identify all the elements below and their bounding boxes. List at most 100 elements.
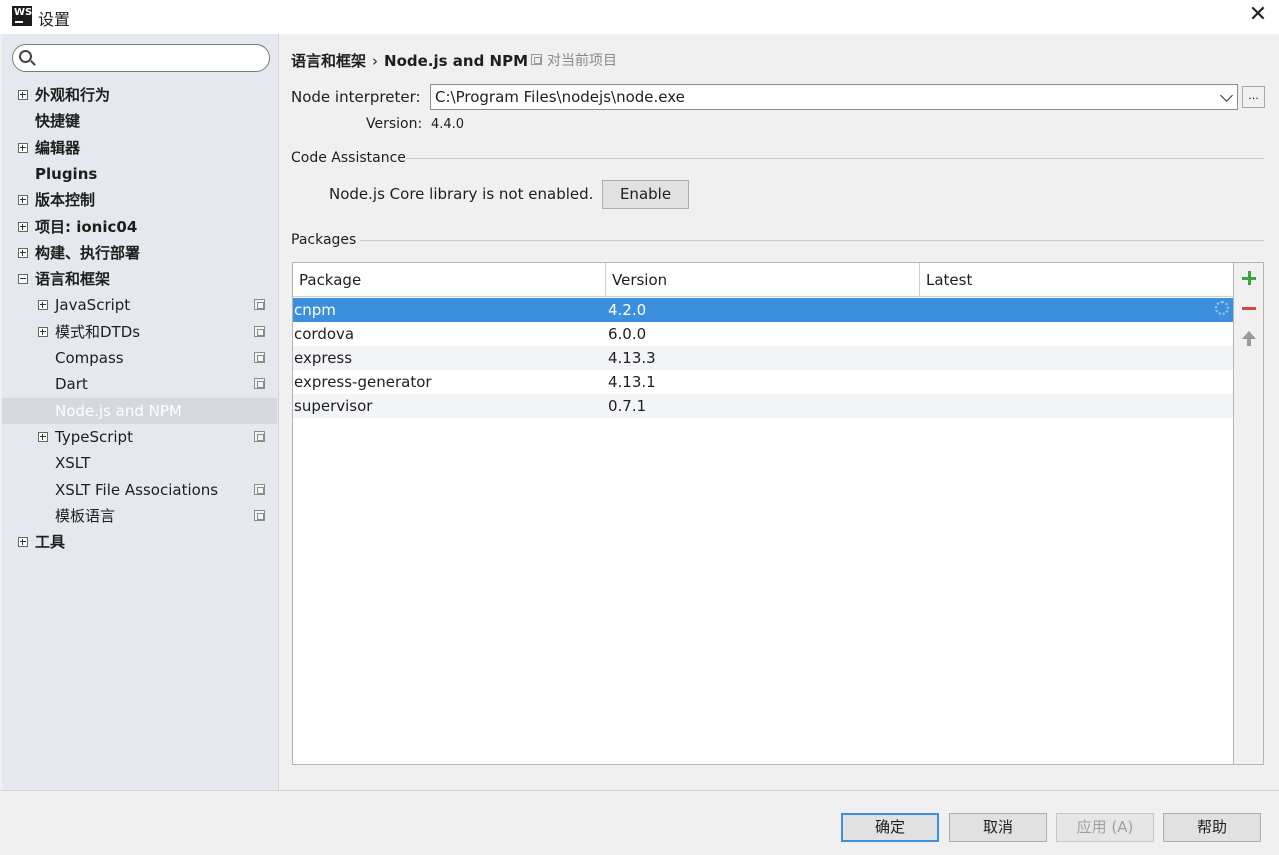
sidebar-item[interactable]: 编辑器: [2, 135, 277, 161]
table-row[interactable]: cnpm 4.2.0: [293, 298, 1233, 322]
sidebar-item[interactable]: 工具: [2, 529, 277, 555]
package-toolbar: [1234, 262, 1264, 765]
table-header: Package Version Latest: [293, 263, 1233, 297]
sidebar-item[interactable]: JavaScript: [2, 292, 277, 318]
sidebar-item[interactable]: 版本控制: [2, 187, 277, 213]
cell-version: 6.0.0: [608, 325, 647, 343]
sidebar-item[interactable]: 快捷键: [2, 108, 277, 134]
enable-button[interactable]: Enable: [602, 180, 689, 209]
expand-icon[interactable]: [38, 326, 48, 337]
sidebar-item[interactable]: 外观和行为: [2, 82, 277, 108]
node-interpreter-label: Node interpreter:: [291, 88, 421, 106]
cell-version: 4.2.0: [608, 301, 647, 319]
footer-divider: [0, 790, 1279, 791]
help-button[interactable]: 帮助: [1163, 813, 1261, 842]
sidebar-item[interactable]: 语言和框架: [2, 266, 277, 292]
sidebar-item-label: 外观和行为: [35, 86, 111, 104]
expand-icon[interactable]: [38, 431, 48, 442]
add-package-icon[interactable]: [1242, 271, 1256, 285]
browse-button[interactable]: ...: [1242, 86, 1265, 108]
project-scope-icon: [254, 483, 265, 495]
sidebar-item[interactable]: Compass: [2, 345, 277, 371]
cell-package: cordova: [294, 325, 355, 343]
version-label: Version:: [366, 116, 423, 132]
cancel-button[interactable]: 取消: [949, 813, 1047, 842]
collapse-icon[interactable]: [18, 274, 28, 285]
expand-icon[interactable]: [18, 247, 28, 258]
column-header-latest[interactable]: Latest: [920, 263, 1233, 297]
cell-version: 4.13.3: [608, 349, 656, 367]
sidebar-item-label: XSLT File Associations: [55, 480, 219, 499]
loading-spinner-icon: [1215, 301, 1229, 315]
table-row[interactable]: supervisor 0.7.1: [293, 394, 1233, 418]
close-icon[interactable]: ✕: [1245, 2, 1271, 28]
sidebar-item-label: 模式和DTDs: [55, 322, 141, 341]
project-scope-icon: [254, 509, 265, 521]
sidebar-item-label: 构建、执行部署: [35, 243, 141, 262]
sidebar-item-label: 快捷键: [35, 112, 81, 131]
sidebar-item-label: Compass: [55, 349, 124, 367]
search-input[interactable]: [12, 44, 270, 72]
window-title: 设置: [38, 10, 71, 29]
chevron-down-icon[interactable]: [1220, 89, 1233, 102]
sidebar-item-label: Dart: [55, 375, 88, 394]
project-scope-icon: [254, 430, 265, 442]
expand-icon[interactable]: [18, 142, 28, 153]
project-scope-icon: [254, 325, 265, 337]
cell-package: express: [294, 349, 353, 367]
expand-icon[interactable]: [18, 90, 28, 100]
expand-icon[interactable]: [38, 300, 48, 311]
cell-version: 0.7.1: [608, 397, 647, 415]
upgrade-package-icon[interactable]: [1242, 331, 1256, 347]
project-scope-icon: [254, 352, 265, 363]
column-header-package[interactable]: Package: [293, 263, 606, 297]
sidebar-item[interactable]: Plugins: [2, 161, 277, 187]
apply-button[interactable]: 应用 (A): [1056, 813, 1154, 842]
cell-package: cnpm: [294, 301, 336, 319]
sidebar-item-label: 模板语言: [55, 506, 116, 525]
sidebar-item-label: 版本控制: [35, 191, 96, 210]
breadcrumb-separator: ›: [372, 52, 379, 70]
sidebar-item-label: XSLT: [55, 454, 91, 473]
sidebar-item[interactable]: XSLT: [2, 450, 277, 476]
settings-sidebar: 外观和行为快捷键编辑器 Plugins 版本控制项目: ionic04 构建、执行部署…: [2, 34, 279, 790]
sidebar-item[interactable]: 构建、执行部署: [2, 240, 277, 266]
sidebar-item-label: JavaScript: [55, 296, 131, 315]
expand-icon[interactable]: [18, 221, 28, 232]
sidebar-item[interactable]: 项目: ionic04: [2, 214, 277, 240]
breadcrumb-parent[interactable]: 语言和框架: [291, 52, 366, 70]
table-row[interactable]: express-generator 4.13.1: [293, 370, 1233, 394]
cell-version: 4.13.1: [608, 373, 656, 391]
project-scope-icon: [531, 54, 542, 65]
expand-icon[interactable]: [18, 195, 28, 206]
sidebar-item-label: Plugins: [35, 164, 98, 183]
node-version-value: 4.4.0: [431, 117, 465, 132]
node-interpreter-value: C:\Program Files\nodejs\node.exe: [435, 88, 685, 106]
sidebar-item[interactable]: 模板语言: [2, 503, 277, 529]
sidebar-item[interactable]: Node.js and NPM: [2, 397, 277, 424]
sidebar-item-label: Node.js and NPM: [55, 401, 182, 420]
project-scope-label: 对当前项目: [547, 53, 617, 69]
packages-table: Package Version Latest cnpm 4.2.0 cordova 6…: [292, 262, 1234, 765]
packages-title: Packages: [291, 232, 357, 248]
sidebar-item[interactable]: XSLT File Associations: [2, 477, 277, 503]
column-header-version[interactable]: Version: [606, 263, 920, 297]
table-row[interactable]: express 4.13.3: [293, 346, 1233, 370]
sidebar-item[interactable]: Dart: [2, 371, 277, 397]
title-bar: WS 设置 ✕: [0, 0, 1279, 34]
search-icon: [19, 50, 32, 63]
cell-package: express-generator: [294, 373, 432, 391]
remove-package-icon[interactable]: [1242, 301, 1256, 315]
expand-icon[interactable]: [18, 537, 28, 548]
sidebar-item-label: 工具: [35, 533, 66, 552]
ok-button[interactable]: 确定: [841, 813, 939, 842]
code-assistance-divider: [406, 158, 1264, 159]
sidebar-item-label: 语言和框架: [35, 270, 111, 289]
table-row[interactable]: cordova 6.0.0: [293, 322, 1233, 346]
sidebar-item-label: TypeScript: [55, 427, 133, 446]
project-scope-icon: [254, 378, 265, 390]
sidebar-item[interactable]: 模式和DTDs: [2, 319, 277, 345]
node-interpreter-select[interactable]: C:\Program Files\nodejs\node.exe: [430, 84, 1238, 110]
sidebar-item[interactable]: TypeScript: [2, 424, 277, 450]
webstorm-logo-icon: WS: [12, 6, 32, 26]
